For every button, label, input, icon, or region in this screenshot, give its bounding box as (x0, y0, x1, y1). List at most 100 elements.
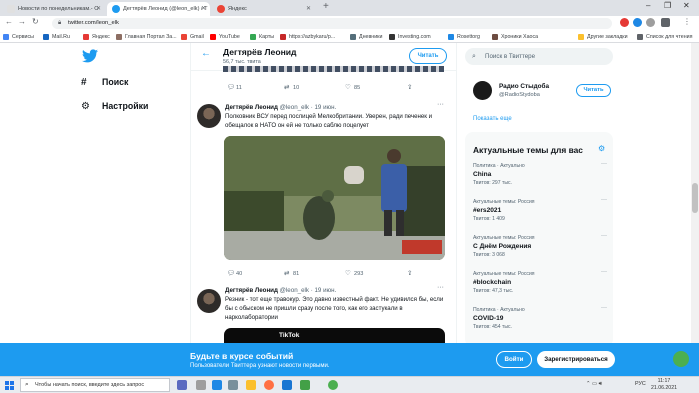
chrome-icon[interactable] (328, 380, 338, 390)
tab-close-icon[interactable]: ✕ (201, 2, 206, 16)
more-options-icon[interactable]: ··· (601, 269, 607, 275)
bookmark-mailru[interactable]: Mail.Ru (43, 32, 70, 42)
bookmark-investing[interactable]: Investing.com (389, 32, 431, 42)
banner-subtext: Пользователи Твиттера узнают новости пер… (190, 363, 330, 369)
new-tab-icon[interactable]: + (323, 1, 329, 12)
extension-badge-icon[interactable] (673, 351, 689, 367)
search-input[interactable]: ⌕ Поиск в Твиттере (465, 48, 613, 65)
tweet-text: Полковник ВСУ перед послицей Мелкобритан… (225, 113, 433, 129)
timeline: ← Дегтярёв Леонид 56,7 тыс. твита Читать… (190, 43, 457, 343)
avatar[interactable] (197, 104, 221, 128)
bookmark-yandex[interactable]: Яндекс (83, 32, 110, 42)
avatar[interactable] (197, 289, 221, 313)
extension-icon[interactable] (646, 18, 655, 27)
tab-twitter[interactable]: Дегтярёв Леонид (@leon_elk) / Т ✕ (107, 2, 210, 16)
tray-icons[interactable]: ⌃ ▭ 🔊︎ (586, 381, 602, 388)
back-arrow-icon[interactable]: ← (201, 48, 211, 59)
trend-item[interactable]: Актуальные темы: Россия #blockchain Твит… (473, 269, 609, 294)
file-explorer-icon[interactable] (246, 380, 256, 390)
azbyka-icon (280, 34, 286, 40)
app-icon[interactable] (212, 380, 222, 390)
retweet-button[interactable]: ⇄ 81 (284, 269, 299, 277)
trend-item[interactable]: Политика · Актуально COVID-19 Твитов: 45… (473, 305, 609, 330)
page-scrollbar[interactable] (691, 43, 699, 343)
reply-button[interactable]: 💬︎40 (227, 269, 242, 277)
tab-yandex[interactable]: Яндекс ✕ (212, 2, 315, 16)
nav-search[interactable]: # Поиск (81, 77, 128, 88)
task-view-icon[interactable] (177, 380, 187, 390)
avatar[interactable] (473, 81, 492, 100)
bookmark-rosettorg[interactable]: Rosettorg (448, 32, 480, 42)
reply-button[interactable]: 💬︎11 (227, 83, 242, 91)
bookmark-gmail[interactable]: Gmail (181, 32, 204, 42)
windows-start-icon[interactable] (5, 381, 14, 390)
close-window-icon[interactable]: ✕ (683, 1, 690, 10)
extension-icon[interactable] (620, 18, 629, 27)
like-button[interactable]: ♡ 293 (345, 269, 363, 277)
bookmark-youtube[interactable]: YouTube (210, 32, 240, 42)
taskbar-search-input[interactable]: ⌕ Чтобы начать поиск, введите здесь запр… (20, 378, 170, 392)
share-button[interactable]: ⇪ (407, 83, 416, 91)
bookmark-portal[interactable]: Главная Портал За... (116, 32, 177, 42)
clock[interactable]: 11:17 21.06.2021 (651, 378, 677, 392)
bookmark-services[interactable]: Сервисы (3, 32, 34, 42)
follow-button[interactable]: Читать (409, 48, 447, 64)
bookmark-other[interactable]: Другие закладки (578, 32, 628, 42)
more-options-icon[interactable]: ··· (601, 305, 607, 311)
nav-settings[interactable]: ⚙ Настройки (81, 101, 148, 112)
show-more-link[interactable]: Показать еще (473, 116, 512, 122)
trends-title: Актуальные темы для вас (473, 145, 583, 155)
app-icon[interactable] (282, 380, 292, 390)
bookmark-maps[interactable]: Карты (250, 32, 274, 42)
tweet-author: Дегтярёв Леонид @leon_elk · 19 июн. (225, 287, 337, 294)
bookmark-reading-list[interactable]: Список для чтения (637, 32, 692, 42)
profile-icon[interactable] (661, 18, 670, 27)
app-icon[interactable] (196, 380, 206, 390)
share-button[interactable]: ⇪ (407, 269, 416, 277)
follow-suggested-button[interactable]: Читать (576, 84, 611, 97)
back-icon[interactable]: ← (5, 17, 13, 26)
forward-icon[interactable]: → (18, 17, 26, 26)
bookmark-diaries[interactable]: Дневники (350, 32, 382, 42)
tweet-photo[interactable] (224, 136, 445, 260)
app-icon[interactable] (228, 380, 238, 390)
more-options-icon[interactable]: ··· (601, 161, 607, 167)
firefox-icon[interactable] (264, 380, 274, 390)
more-options-icon[interactable]: ··· (437, 284, 444, 291)
more-options-icon[interactable]: ··· (437, 101, 444, 108)
tab-news[interactable]: Новости по понедельникам.- О ✕ (2, 2, 105, 16)
tab-close-icon[interactable]: ✕ (96, 2, 101, 16)
more-options-icon[interactable]: ··· (601, 197, 607, 203)
trend-item[interactable]: Актуальные темы: Россия #ers2021 Твитов:… (473, 197, 609, 222)
tweet[interactable]: Дегтярёв Леонид @leon_elk · 19 июн. ··· … (191, 101, 456, 281)
more-options-icon[interactable]: ··· (601, 233, 607, 239)
maximize-icon[interactable]: ❐ (664, 1, 671, 10)
twitter-bird-icon[interactable] (82, 49, 98, 63)
nav-settings-label: Настройки (102, 101, 149, 111)
retweet-button[interactable]: ⇄ 10 (284, 83, 299, 91)
login-button[interactable]: Войти (496, 351, 532, 368)
like-button[interactable]: ♡ 85 (345, 83, 360, 91)
language-indicator[interactable]: РУС (635, 381, 646, 387)
scrollbar-thumb[interactable] (692, 183, 698, 213)
bookmark-chaos[interactable]: Хроники Хаоса (492, 32, 538, 42)
tweet-author: Дегтярёв Леонид @leon_elk · 19 июн. (225, 104, 337, 111)
suggested-account-name[interactable]: Радио Стыдоба (499, 83, 549, 90)
extension-icon[interactable] (633, 18, 642, 27)
tab-close-icon[interactable]: ✕ (306, 2, 311, 16)
tweet-video[interactable]: TikTok (224, 328, 445, 343)
clock-date: 21.06.2021 (651, 385, 677, 391)
url-input[interactable]: 🔒︎ twitter.com/leon_elk (52, 18, 612, 29)
trend-item[interactable]: Политика · Актуально China Твитов: 297 т… (473, 161, 609, 186)
trend-item[interactable]: Актуальные темы: Россия С Днём Рождения … (473, 233, 609, 258)
signup-button[interactable]: Зарегистрироваться (537, 351, 615, 368)
app-icon[interactable] (300, 380, 310, 390)
trends-panel: Актуальные темы для вас ⚙ Политика · Акт… (465, 132, 613, 347)
bookmarks-bar: Сервисы Mail.Ru Яндекс Главная Портал За… (0, 31, 699, 43)
reload-icon[interactable]: ↻ (32, 17, 39, 26)
bookmark-azbyka[interactable]: https://azbykaru/p... (280, 32, 335, 42)
suggested-account-handle: @RadioStydoba (499, 92, 540, 98)
gear-icon[interactable]: ⚙ (598, 144, 605, 153)
menu-icon[interactable]: ⋮ (683, 17, 691, 26)
minimize-icon[interactable]: – (646, 1, 650, 10)
